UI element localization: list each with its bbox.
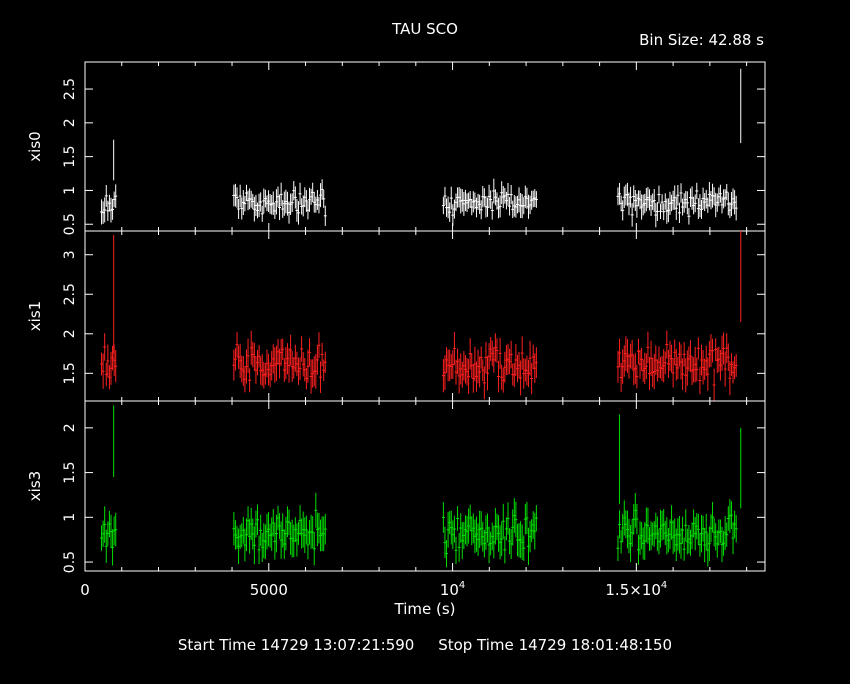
y-tick-label-xis3: 0.5 bbox=[62, 551, 78, 573]
x-tick-label: 0 bbox=[80, 581, 90, 599]
lightcurve-figure: TAU SCO Bin Size: 42.88 s Time (s) 0.5 1 1… bbox=[0, 0, 850, 680]
y-axis-label-xis0: xis0 bbox=[26, 131, 44, 161]
y-tick-label-xis1: 2.5 bbox=[62, 283, 78, 305]
y-tick-label-xis3: 1.5 bbox=[62, 461, 78, 483]
y-tick-label-xis0: 1 bbox=[62, 186, 78, 195]
y-tick-label-xis3: 2 bbox=[62, 423, 78, 432]
stop-time-label: Stop Time bbox=[438, 636, 514, 654]
y-tick-label-xis1: 3 bbox=[62, 250, 78, 259]
x-axis-label: Time (s) bbox=[394, 600, 456, 618]
x-tick-label: 5000 bbox=[250, 581, 288, 599]
y-tick-label-xis0: 1.5 bbox=[62, 146, 78, 168]
y-tick-label-xis1: 1.5 bbox=[62, 362, 78, 384]
start-time-label: Start Time bbox=[177, 636, 257, 654]
y-tick-label-xis0: 2 bbox=[62, 118, 78, 127]
y-tick-label-xis0: 2.5 bbox=[62, 78, 78, 100]
series-xis0 bbox=[100, 68, 742, 228]
series-xis3 bbox=[100, 405, 742, 568]
x-tick-label: 1.5×104 bbox=[605, 580, 667, 599]
time-range-footer: Start Time 14729 13:07:21:590 Stop Time … bbox=[0, 636, 850, 654]
series-xis1 bbox=[100, 231, 742, 401]
y-tick-label-xis0: 0.5 bbox=[62, 213, 78, 235]
y-axis-label-xis3: xis3 bbox=[26, 471, 44, 501]
panel-frame-xis0 bbox=[84, 61, 766, 232]
lightcurve-plot: TAU SCO Bin Size: 42.88 s Time (s) 0.5 1 1… bbox=[26, 20, 766, 618]
start-time-value: 14729 13:07:21:590 bbox=[260, 636, 415, 654]
y-tick-label-xis1: 2 bbox=[62, 329, 78, 338]
y-tick-label-xis3: 1 bbox=[62, 513, 78, 522]
x-tick-label: 104 bbox=[440, 580, 465, 599]
y-axis-label-xis1: xis1 bbox=[26, 301, 44, 331]
panel-frame-xis1 bbox=[84, 230, 766, 402]
panel-frame-xis3 bbox=[84, 400, 766, 572]
bin-size-label: Bin Size: 42.88 s bbox=[639, 31, 764, 49]
plot-title: TAU SCO bbox=[391, 20, 458, 38]
stop-time-value: 14729 18:01:48:150 bbox=[518, 636, 673, 654]
